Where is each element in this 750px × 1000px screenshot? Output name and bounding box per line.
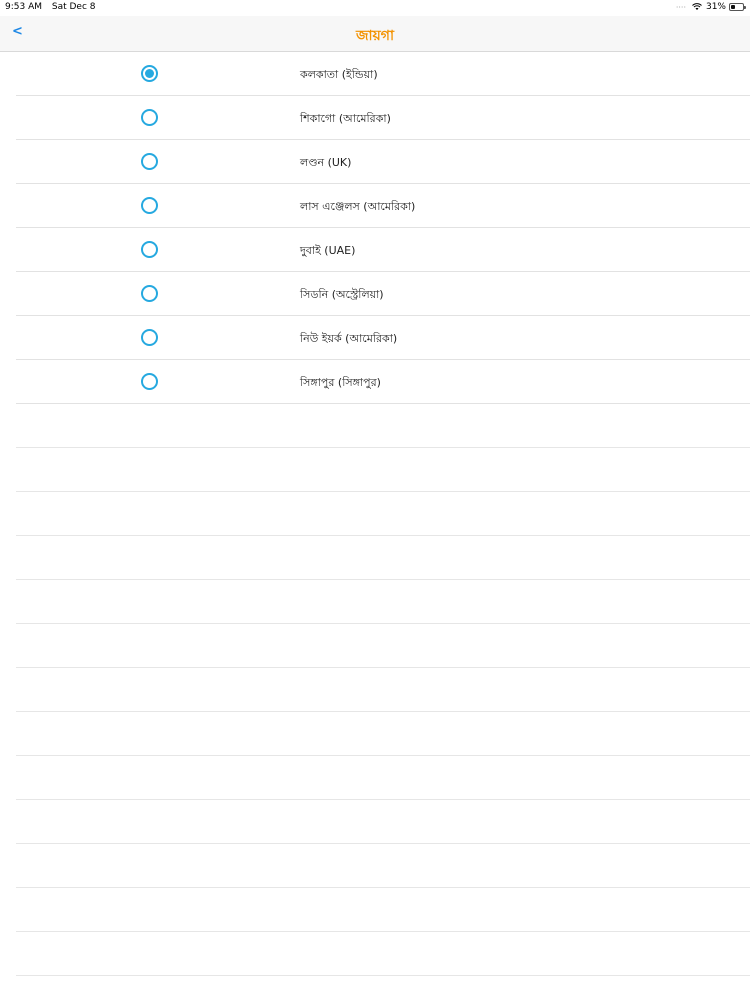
location-row[interactable]: নিউ ইয়র্ক (আমেরিকা) [16, 316, 750, 360]
location-label: সিঙ্গাপুর (সিঙ্গাপুর) [300, 376, 381, 389]
radio-unselected-icon[interactable] [141, 329, 158, 346]
location-label: লণ্ডন (UK) [300, 156, 352, 169]
empty-row [16, 580, 750, 624]
location-row[interactable]: দুবাই (UAE) [16, 228, 750, 272]
location-label: দুবাই (UAE) [300, 244, 356, 257]
location-row[interactable]: কলকাতা (ইন্ডিয়া) [16, 52, 750, 96]
location-list: কলকাতা (ইন্ডিয়া) শিকাগো (আমেরিকা) লণ্ডন (… [0, 52, 750, 976]
location-row[interactable]: শিকাগো (আমেরিকা) [16, 96, 750, 140]
location-label: শিকাগো (আমেরিকা) [300, 112, 391, 125]
location-row[interactable]: সিডনি (অস্ট্রেলিয়া) [16, 272, 750, 316]
empty-row [16, 756, 750, 800]
location-label: লাস এঞ্জেলস (আমেরিকা) [300, 200, 416, 213]
radio-unselected-icon[interactable] [141, 153, 158, 170]
navigation-bar: < জায়গা [0, 16, 750, 52]
location-label: নিউ ইয়র্ক (আমেরিকা) [300, 332, 398, 345]
radio-unselected-icon[interactable] [141, 109, 158, 126]
signal-icon: ···· [675, 2, 686, 12]
status-time: 9:53 AM [5, 2, 42, 12]
empty-row [16, 668, 750, 712]
radio-unselected-icon[interactable] [141, 285, 158, 302]
status-date: Sat Dec 8 [51, 2, 96, 12]
empty-row [16, 536, 750, 580]
empty-row [16, 712, 750, 756]
radio-selected-icon[interactable] [141, 65, 158, 82]
location-row[interactable]: লণ্ডন (UK) [16, 140, 750, 184]
radio-unselected-icon[interactable] [141, 197, 158, 214]
empty-row [16, 888, 750, 932]
empty-row [16, 448, 750, 492]
radio-unselected-icon[interactable] [141, 373, 158, 390]
empty-row [16, 492, 750, 536]
empty-row [16, 800, 750, 844]
status-bar: 9:53 AM Sat Dec 8 ···· 31% [0, 0, 750, 16]
page-title: জায়গা [355, 28, 395, 44]
empty-row [16, 932, 750, 976]
battery-icon [729, 3, 746, 11]
location-label: কলকাতা (ইন্ডিয়া) [300, 68, 378, 81]
location-row[interactable]: লাস এঞ্জেলস (আমেরিকা) [16, 184, 750, 228]
empty-row [16, 624, 750, 668]
status-right: ···· 31% [675, 2, 746, 12]
empty-row [16, 844, 750, 888]
wifi-icon [692, 3, 702, 10]
radio-unselected-icon[interactable] [141, 241, 158, 258]
status-left: 9:53 AM Sat Dec 8 [5, 2, 103, 12]
location-row[interactable]: সিঙ্গাপুর (সিঙ্গাপুর) [16, 360, 750, 404]
location-label: সিডনি (অস্ট্রেলিয়া) [300, 288, 384, 301]
battery-percent: 31% [705, 2, 726, 12]
empty-row [16, 404, 750, 448]
